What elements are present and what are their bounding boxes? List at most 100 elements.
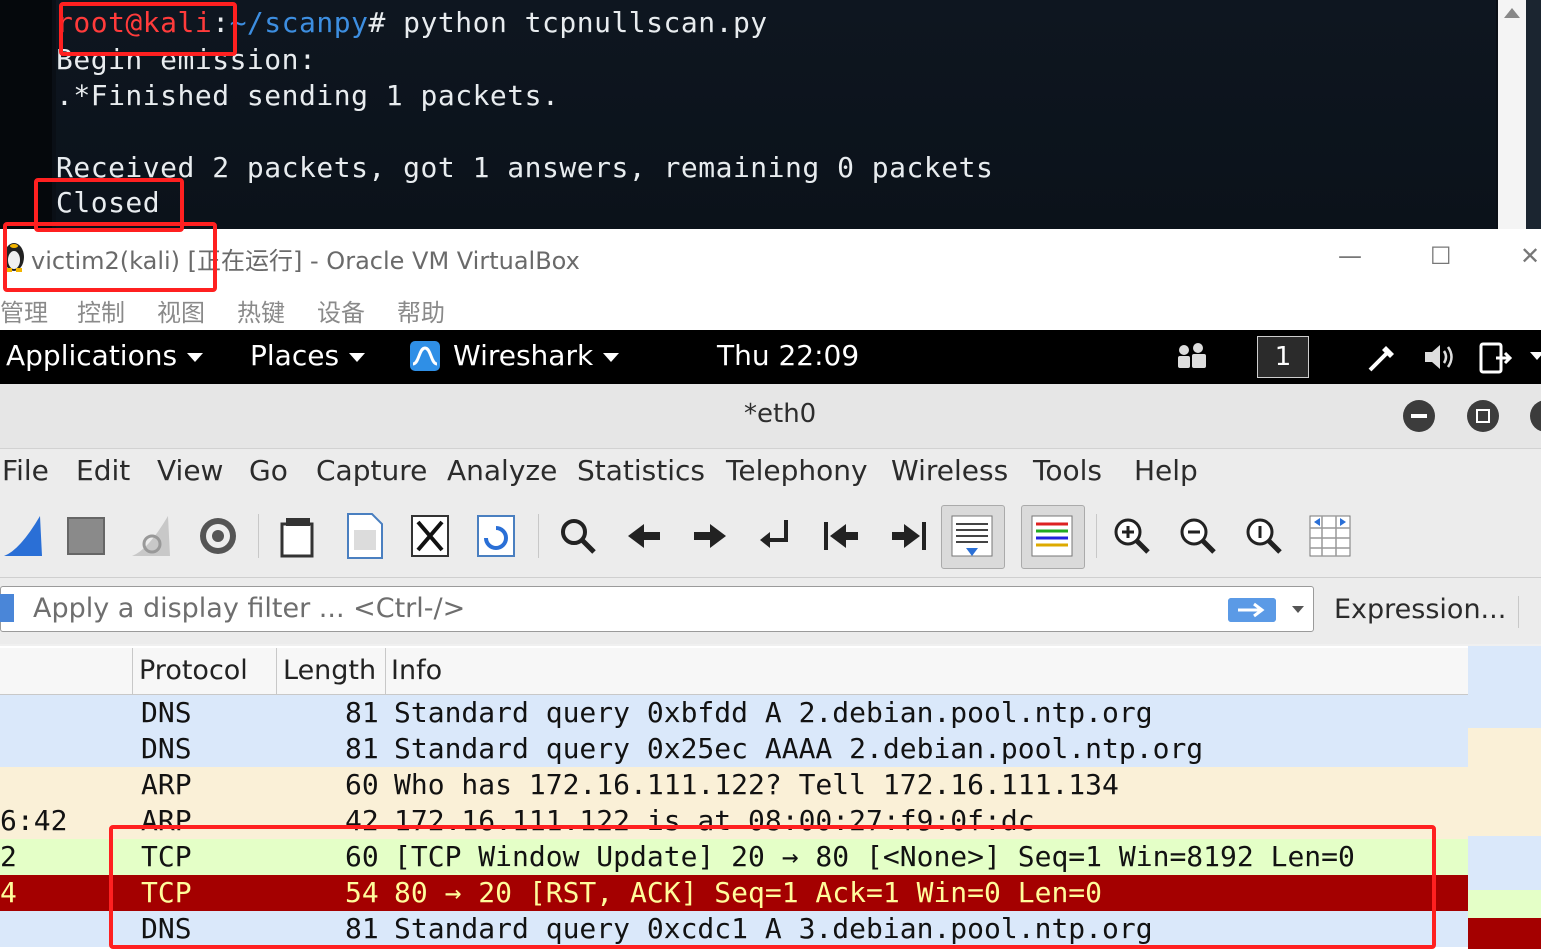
packet-list-minimap[interactable] — [1468, 646, 1541, 949]
packet-protocol: DNS — [141, 732, 192, 765]
annotation-box-user — [59, 2, 237, 56]
save-file-icon[interactable] — [340, 510, 388, 562]
column-divider[interactable] — [132, 648, 133, 694]
vbox-menu-devices[interactable]: 设备 — [317, 293, 365, 328]
system-menu-chevron-icon[interactable] — [1530, 352, 1541, 360]
annotation-box-packets — [109, 825, 1436, 949]
autoscroll-icon[interactable] — [948, 510, 996, 562]
zoom-normal-icon[interactable] — [1240, 510, 1288, 562]
ws-maximize-button[interactable] — [1467, 400, 1499, 432]
packet-protocol: ARP — [141, 768, 192, 801]
menu-file[interactable]: File — [2, 454, 49, 487]
packet-row[interactable]: DNS 81 Standard query 0x25ec AAAA 2.debian… — [0, 731, 1468, 767]
open-file-icon[interactable] — [274, 510, 322, 562]
minimap-segment — [1468, 646, 1541, 728]
packet-info: Who has 172.16.111.122? Tell 172.16.111.… — [394, 768, 1119, 801]
zoom-in-icon[interactable] — [1108, 510, 1156, 562]
minimap-segment — [1468, 836, 1541, 890]
minimap-segment — [1468, 918, 1541, 949]
close-file-icon[interactable] — [406, 510, 454, 562]
applications-menu[interactable]: Applications — [6, 339, 204, 372]
menu-capture[interactable]: Capture — [316, 454, 427, 487]
close-button[interactable]: ✕ — [1520, 242, 1540, 270]
chevron-down-icon — [603, 352, 620, 362]
prompt-command: python tcpnullscan.py — [403, 6, 768, 39]
terminal-scrollbar[interactable] — [1498, 0, 1526, 229]
packet-length: 60 — [345, 768, 379, 801]
wireshark-app-menu[interactable]: Wireshark — [453, 339, 620, 372]
places-label: Places — [250, 339, 340, 372]
menu-go[interactable]: Go — [249, 454, 288, 487]
clock[interactable]: Thu 22:09 — [717, 339, 859, 372]
minimap-segment — [1468, 728, 1541, 836]
power-icon[interactable] — [1478, 338, 1514, 376]
menu-wireless[interactable]: Wireless — [891, 454, 1008, 487]
capture-options-gear-icon[interactable] — [194, 510, 242, 562]
packet-info: Standard query 0xbfdd A 2.debian.pool.nt… — [394, 696, 1153, 729]
go-forward-icon[interactable] — [686, 510, 734, 562]
prompt-path: ~/scanpy — [229, 6, 369, 39]
zoom-out-icon[interactable] — [1174, 510, 1222, 562]
toolbar-separator — [538, 514, 539, 558]
toolbar-separator — [258, 514, 259, 558]
packet-row[interactable]: DNS 81 Standard query 0xbfdd A 2.debian.po… — [0, 695, 1468, 731]
ws-minimize-button[interactable] — [1403, 400, 1435, 432]
colorize-packets-icon[interactable] — [1028, 510, 1076, 562]
maximize-icon — [1476, 409, 1490, 423]
column-header-info[interactable]: Info — [391, 655, 442, 686]
menu-tools[interactable]: Tools — [1033, 454, 1102, 487]
terminal-output-line: .*Finished sending 1 packets. — [56, 79, 560, 112]
prompt-symbol: # — [368, 6, 386, 39]
shark-fin-start-icon[interactable] — [0, 510, 48, 562]
scroll-up-icon[interactable] — [1504, 8, 1520, 18]
expression-button[interactable]: Expression... — [1334, 594, 1506, 625]
menu-statistics[interactable]: Statistics — [577, 454, 705, 487]
packet-protocol: DNS — [141, 696, 192, 729]
packet-length: 81 — [345, 732, 379, 765]
filter-separator — [1518, 596, 1519, 628]
workspace-indicator[interactable]: 1 — [1257, 336, 1309, 378]
annotation-box-vm — [3, 222, 217, 292]
toolbar-separator — [1096, 514, 1097, 558]
go-back-icon[interactable] — [620, 510, 668, 562]
filter-history-chevron-icon[interactable] — [1292, 606, 1304, 613]
find-packet-icon[interactable] — [554, 510, 602, 562]
packet-row[interactable]: ARP 60 Who has 172.16.111.122? Tell 172.16… — [0, 767, 1468, 803]
column-divider[interactable] — [385, 648, 386, 694]
menu-edit[interactable]: Edit — [76, 454, 130, 487]
vbox-menu-hotkeys[interactable]: 热键 — [237, 293, 285, 328]
vbox-menu-manage[interactable]: 管理 — [0, 293, 48, 328]
reload-file-icon[interactable] — [472, 510, 520, 562]
volume-icon[interactable] — [1422, 340, 1458, 374]
menu-analyze[interactable]: Analyze — [447, 454, 557, 487]
wireshark-app-icon — [410, 341, 440, 371]
stop-capture-icon[interactable] — [62, 510, 110, 562]
restart-capture-icon[interactable] — [128, 510, 176, 562]
accessibility-icon[interactable] — [1176, 342, 1210, 370]
vbox-menu-help[interactable]: 帮助 — [397, 293, 445, 328]
go-first-packet-icon[interactable] — [818, 510, 866, 562]
resize-columns-icon[interactable] — [1306, 510, 1354, 562]
bookmark-icon[interactable] — [0, 594, 14, 622]
menu-telephony[interactable]: Telephony — [726, 454, 868, 487]
menu-view[interactable]: View — [157, 454, 223, 487]
terminal-right-edge — [1526, 0, 1541, 229]
chevron-down-icon — [349, 352, 366, 362]
vbox-menu-view[interactable]: 视图 — [157, 293, 205, 328]
go-last-packet-icon[interactable] — [884, 510, 932, 562]
column-header-protocol[interactable]: Protocol — [139, 655, 248, 686]
wireshark-window-title: *eth0 — [744, 399, 817, 429]
places-menu[interactable]: Places — [250, 339, 366, 372]
minimize-button[interactable]: — — [1338, 242, 1362, 270]
column-divider[interactable] — [276, 648, 277, 694]
network-wired-icon[interactable] — [1366, 340, 1400, 374]
apply-filter-arrow-icon[interactable] — [1228, 598, 1276, 622]
chevron-down-icon — [187, 352, 204, 362]
column-header-length[interactable]: Length — [283, 655, 376, 686]
go-to-packet-icon[interactable] — [752, 510, 800, 562]
packet-info: Standard query 0x25ec AAAA 2.debian.pool… — [394, 732, 1204, 765]
menu-help[interactable]: Help — [1134, 454, 1198, 487]
maximize-button[interactable]: ☐ — [1430, 242, 1452, 270]
applications-label: Applications — [6, 339, 178, 372]
vbox-menu-control[interactable]: 控制 — [77, 293, 125, 328]
